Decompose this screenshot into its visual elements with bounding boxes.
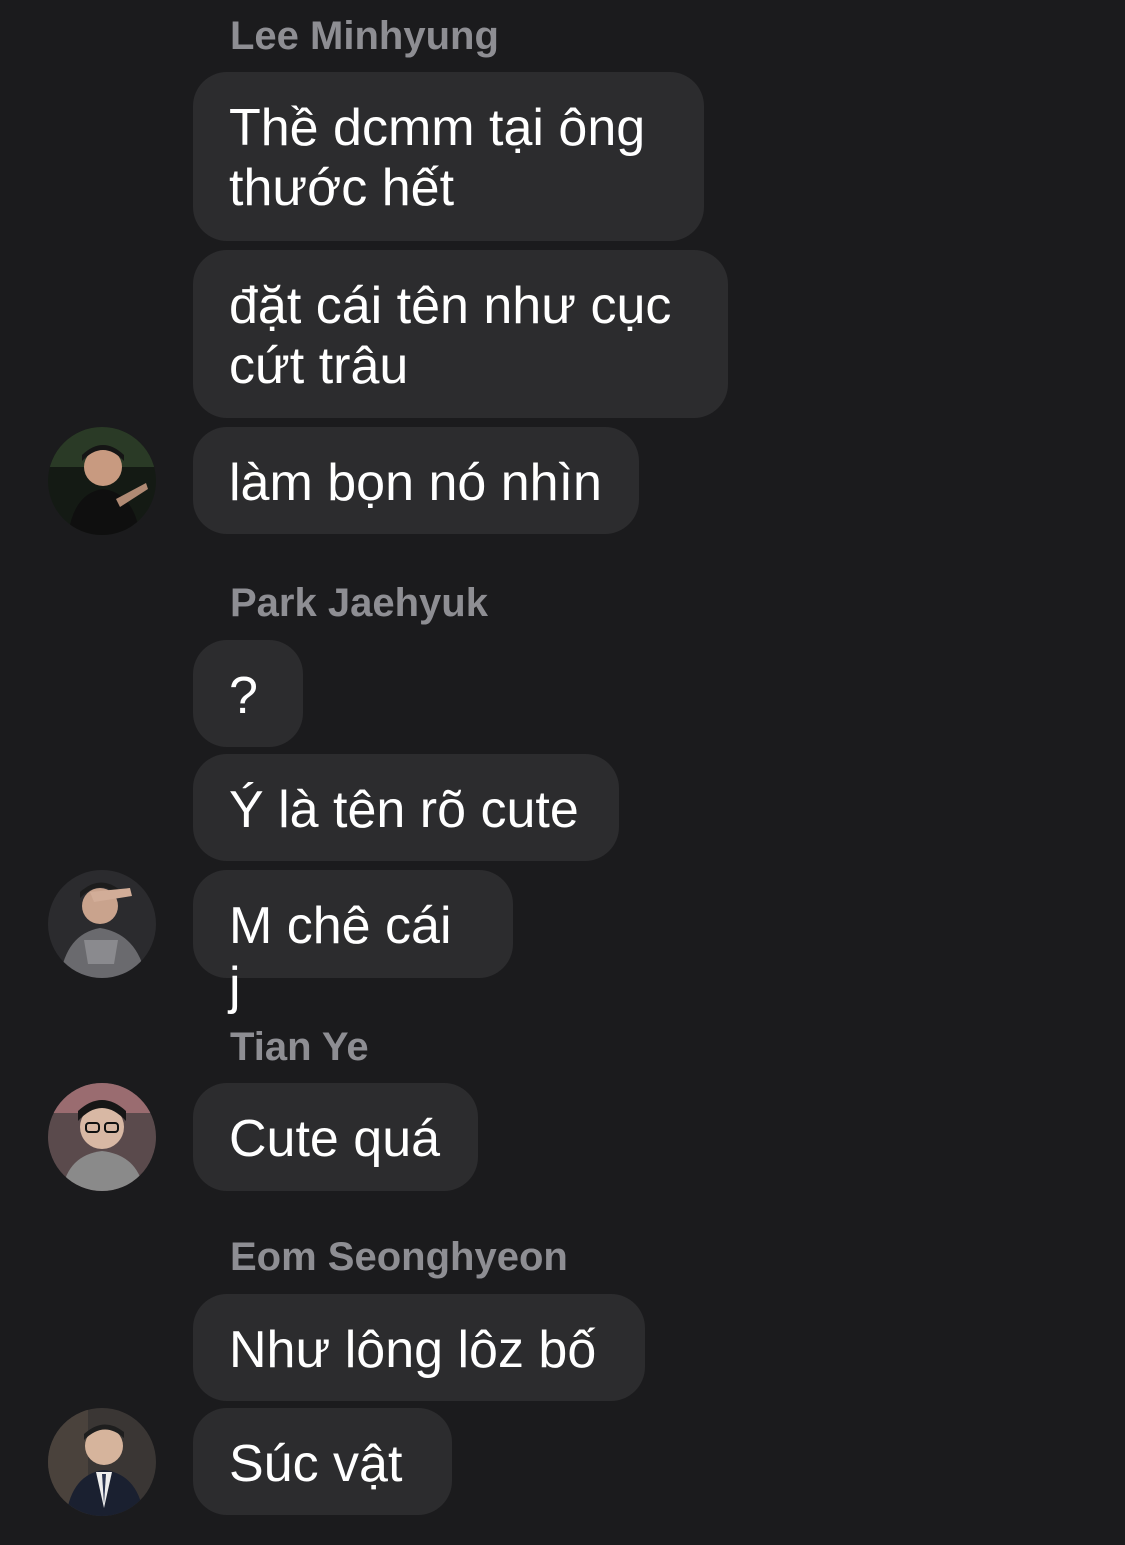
profile-photo <box>48 870 156 978</box>
message-bubble[interactable]: Súc vật <box>193 1408 452 1515</box>
sender-name: Tian Ye <box>230 1025 369 1069</box>
avatar[interactable] <box>48 1083 156 1191</box>
avatar[interactable] <box>48 427 156 535</box>
sender-name: Eom Seonghyeon <box>230 1235 568 1279</box>
message-bubble[interactable]: Cute quá <box>193 1083 478 1191</box>
profile-photo <box>48 1408 156 1516</box>
message-bubble[interactable]: ? <box>193 640 303 747</box>
message-bubble[interactable]: làm bọn nó nhìn <box>193 427 639 534</box>
message-bubble[interactable]: Thề dcmm tại ông thước hết <box>193 72 704 241</box>
sender-name: Lee Minhyung <box>230 14 499 58</box>
message-bubble[interactable]: M chê cái j <box>193 870 513 1015</box>
sender-name: Park Jaehyuk <box>230 581 488 625</box>
chat-thread[interactable]: { "thread": { "groups": [ { "sender": "L… <box>0 0 1125 1545</box>
avatar[interactable] <box>48 870 156 978</box>
profile-photo <box>48 427 156 535</box>
message-bubble[interactable]: đặt cái tên như cục cứt trâu <box>193 250 728 418</box>
avatar[interactable] <box>48 1408 156 1516</box>
profile-photo <box>48 1083 156 1191</box>
message-bubble[interactable]: Ý là tên rõ cute <box>193 754 619 861</box>
message-bubble[interactable]: Như lông lôz bố <box>193 1294 645 1401</box>
